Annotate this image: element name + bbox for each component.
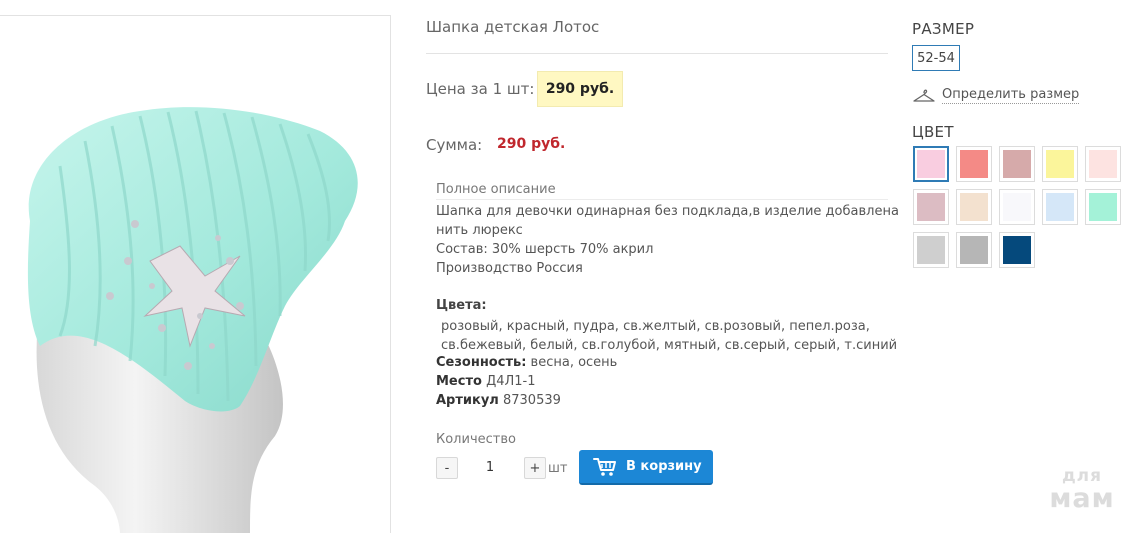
description-line: Производство Россия [436,261,583,276]
watermark-line-2: мам [1049,483,1115,514]
title-divider [426,53,888,54]
colors-line: св.бежевый, белый, св.голубой, мятный, с… [441,338,898,353]
description-line: Шапка для девочки одинарная без подклада… [436,204,899,219]
color-swatch[interactable] [913,146,949,182]
color-swatch[interactable] [1042,189,1078,225]
color-swatch[interactable] [913,232,949,268]
color-swatch[interactable] [1085,189,1121,225]
product-image[interactable] [0,15,391,533]
hanger-icon [912,88,936,104]
color-swatch-fill [917,193,945,221]
size-heading: РАЗМЕР [912,20,975,38]
season-label: Сезонность: [436,355,527,370]
place-label: Место [436,374,482,389]
color-swatch[interactable] [1042,146,1078,182]
color-swatch[interactable] [913,189,949,225]
color-swatch[interactable] [956,189,992,225]
sum-label: Сумма: [426,136,483,154]
color-swatch-fill [1003,150,1031,178]
color-swatch-fill [1003,236,1031,264]
price-label: Цена за 1 шт: [426,80,535,98]
description-line: Состав: 30% шерсть 70% акрил [436,242,654,257]
color-swatch-fill [960,236,988,264]
color-swatch[interactable] [999,146,1035,182]
place-row: Место Д4Л1-1 [436,374,536,389]
size-guide-label: Определить размер [942,87,1080,104]
color-swatch-fill [917,236,945,264]
color-swatch-fill [917,150,945,178]
quantity-input[interactable] [461,456,519,478]
color-swatch-fill [1003,193,1031,221]
color-swatch-fill [960,150,988,178]
quantity-decrement-button[interactable]: - [436,457,458,479]
place-value: Д4Л1-1 [486,374,536,389]
add-to-cart-button[interactable]: В корзину [579,450,713,485]
cart-icon [593,457,617,477]
colors-label: Цвета: [436,298,487,313]
quantity-increment-button[interactable]: + [524,457,546,479]
description-text: Шапка для девочки одинарная без подклада… [436,202,899,278]
watermark-logo: для мам [1037,468,1127,514]
quantity-unit: шт [548,461,568,476]
article-value: 8730539 [502,393,561,408]
color-swatch[interactable] [999,232,1035,268]
description-heading: Полное описание [436,182,556,197]
color-swatch-fill [1089,193,1117,221]
color-swatch-fill [1046,150,1074,178]
color-heading: ЦВЕТ [912,123,954,141]
color-swatch[interactable] [956,232,992,268]
season-value: весна, осень [530,355,618,370]
article-row: Артикул 8730539 [436,393,561,408]
product-photo [27,107,358,533]
size-option-selected[interactable]: 52-54 [912,45,960,71]
color-swatch-fill [960,193,988,221]
add-to-cart-label: В корзину [626,459,702,474]
color-swatch[interactable] [956,146,992,182]
color-swatch-fill [1089,150,1117,178]
color-swatch[interactable] [999,189,1035,225]
size-guide-link[interactable]: Определить размер [912,87,1080,104]
color-swatch-fill [1046,193,1074,221]
description-divider [436,199,888,200]
quantity-label: Количество [436,432,516,447]
colors-line: розовый, красный, пудра, св.желтый, св.р… [441,319,870,334]
article-label: Артикул [436,393,499,408]
description-line: нить люрекс [436,223,523,238]
sum-value: 290 руб. [497,136,566,152]
colors-list: розовый, красный, пудра, св.желтый, св.р… [441,317,898,355]
price-badge: 290 руб. [537,71,623,107]
color-swatch[interactable] [1085,146,1121,182]
product-title: Шапка детская Лотос [426,18,600,36]
season-row: Сезонность: весна, осень [436,355,617,370]
